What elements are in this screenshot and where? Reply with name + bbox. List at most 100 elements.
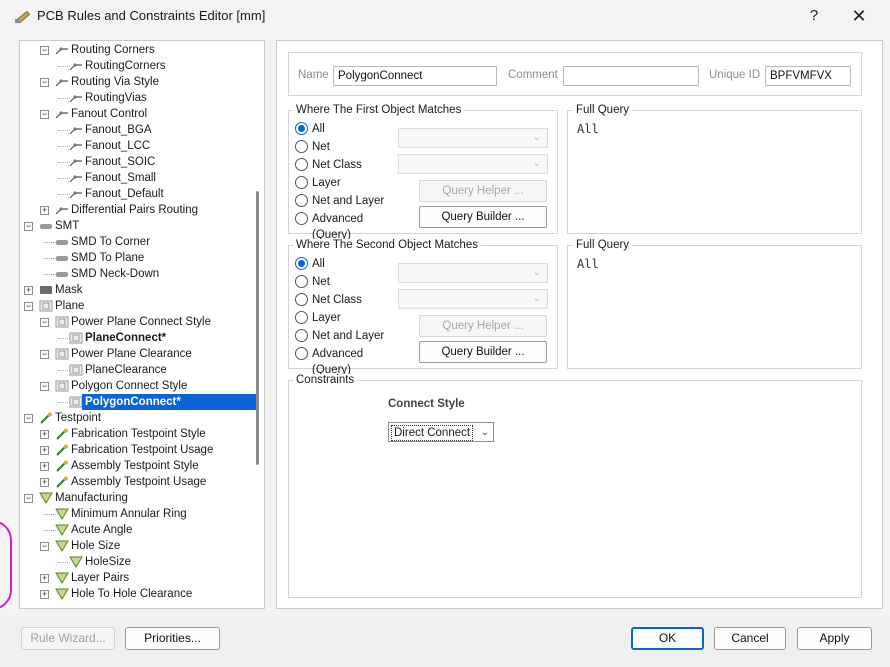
radio-button[interactable] <box>295 257 308 270</box>
rule-wizard-button[interactable]: Rule Wizard... <box>21 627 115 650</box>
tree-item[interactable]: PlaneClearance <box>20 362 256 378</box>
priorities-button[interactable]: Priorities... <box>125 627 220 650</box>
first-object-radio-option[interactable]: All <box>295 121 405 137</box>
first-query-builder-button[interactable]: Query Builder ... <box>419 206 547 228</box>
radio-button[interactable] <box>295 176 308 189</box>
connect-style-select[interactable]: Direct Connect ⌄ <box>388 422 494 442</box>
expand-icon[interactable]: + <box>24 286 33 295</box>
radio-button[interactable] <box>295 158 308 171</box>
tree-item[interactable]: − SMT <box>20 218 256 234</box>
testpoint-icon <box>56 444 68 456</box>
second-object-radio-option[interactable]: Net <box>295 274 405 290</box>
testpoint-icon <box>40 412 52 424</box>
tree-item[interactable]: + Mask <box>20 282 256 298</box>
collapse-icon[interactable]: − <box>24 222 33 231</box>
expand-icon[interactable]: + <box>40 590 49 599</box>
unique-id-field[interactable]: BPFVMFVX <box>765 66 851 86</box>
expand-icon[interactable]: + <box>40 478 49 487</box>
tree-item[interactable]: − Manufacturing <box>20 490 256 506</box>
radio-button[interactable] <box>295 275 308 288</box>
collapse-icon[interactable]: − <box>24 302 33 311</box>
tree-item[interactable]: − Hole Size <box>20 538 256 554</box>
tree-item[interactable]: − Power Plane Clearance <box>20 346 256 362</box>
manufacturing-icon <box>39 492 53 504</box>
radio-button[interactable] <box>295 347 308 360</box>
radio-button[interactable] <box>295 140 308 153</box>
ok-button[interactable]: OK <box>631 627 704 650</box>
tree-scrollbar[interactable] <box>256 191 259 465</box>
second-object-radio-option[interactable]: Layer <box>295 310 405 326</box>
first-object-radio-option[interactable]: Net <box>295 139 405 155</box>
tree-item[interactable]: − Polygon Connect Style <box>20 378 256 394</box>
collapse-icon[interactable]: − <box>24 494 33 503</box>
tree-item[interactable]: − Plane <box>20 298 256 314</box>
close-button[interactable]: ✕ <box>844 4 874 28</box>
tree-item[interactable]: + Assembly Testpoint Style <box>20 458 256 474</box>
collapse-icon[interactable]: − <box>40 318 49 327</box>
second-object-radio-option[interactable]: Net Class <box>295 292 405 308</box>
tree-item[interactable]: SMD To Plane <box>20 250 256 266</box>
collapse-icon[interactable]: − <box>40 542 49 551</box>
help-button[interactable]: ? <box>799 4 829 28</box>
tree-item[interactable]: − Power Plane Connect Style <box>20 314 256 330</box>
expand-icon[interactable]: + <box>40 462 49 471</box>
tree-item[interactable]: PolygonConnect* <box>20 394 256 410</box>
tree-item[interactable]: − Routing Corners <box>20 42 256 58</box>
tree-item[interactable]: + Fabrication Testpoint Usage <box>20 442 256 458</box>
tree-item[interactable]: − Routing Via Style <box>20 74 256 90</box>
tree-item[interactable]: RoutingVias <box>20 90 256 106</box>
tree-item[interactable]: + Hole To Hole Clearance <box>20 586 256 602</box>
expand-icon[interactable]: + <box>40 430 49 439</box>
comment-field[interactable] <box>563 66 699 86</box>
tree-item[interactable]: HoleSize <box>20 554 256 570</box>
second-query-helper-button[interactable]: Query Helper ... <box>419 315 547 337</box>
tree-item[interactable]: + Differential Pairs Routing <box>20 202 256 218</box>
tree-item[interactable]: Fanout_BGA <box>20 122 256 138</box>
tree-item[interactable]: Acute Angle <box>20 522 256 538</box>
first-query-helper-button[interactable]: Query Helper ... <box>419 180 547 202</box>
collapse-icon[interactable]: − <box>40 78 49 87</box>
radio-button[interactable] <box>295 212 308 225</box>
radio-button[interactable] <box>295 194 308 207</box>
cancel-button[interactable]: Cancel <box>714 627 786 650</box>
tree-item[interactable]: Fanout_Small <box>20 170 256 186</box>
second-object-radio-option[interactable]: All <box>295 256 405 272</box>
radio-button[interactable] <box>295 122 308 135</box>
collapse-icon[interactable]: − <box>24 414 33 423</box>
collapse-icon[interactable]: − <box>40 350 49 359</box>
tree-item[interactable]: Fanout_SOIC <box>20 154 256 170</box>
second-object-radio-option[interactable]: Net and Layer <box>295 328 405 344</box>
rules-tree[interactable]: − Routing Corners RoutingCorners − Routing V… <box>19 40 265 609</box>
tree-item[interactable]: SMD Neck-Down <box>20 266 256 282</box>
tree-item[interactable]: Fanout_LCC <box>20 138 256 154</box>
collapse-icon[interactable]: − <box>40 110 49 119</box>
name-field[interactable]: PolygonConnect <box>333 66 497 86</box>
second-query-builder-button[interactable]: Query Builder ... <box>419 341 547 363</box>
apply-label: Apply <box>819 631 850 645</box>
tree-item[interactable]: + Layer Pairs <box>20 570 256 586</box>
tree-item[interactable]: − Testpoint <box>20 410 256 426</box>
first-object-radio-option[interactable]: Net and Layer <box>295 193 405 209</box>
radio-button[interactable] <box>295 311 308 324</box>
tree-item[interactable]: + Fabrication Testpoint Style <box>20 426 256 442</box>
expand-icon[interactable]: + <box>40 574 49 583</box>
tree-item[interactable]: Minimum Annular Ring <box>20 506 256 522</box>
tree-item[interactable]: − Fanout Control <box>20 106 256 122</box>
expand-icon[interactable]: + <box>40 206 49 215</box>
expand-icon[interactable]: + <box>40 446 49 455</box>
radio-button[interactable] <box>295 293 308 306</box>
first-object-radio-option[interactable]: Net Class <box>295 157 405 173</box>
tree-item[interactable]: PlaneConnect* <box>20 330 256 346</box>
tree-item[interactable]: SMD To Corner <box>20 234 256 250</box>
collapse-icon[interactable]: − <box>40 46 49 55</box>
tree-item[interactable]: RoutingCorners <box>20 58 256 74</box>
first-object-radio-option[interactable]: Layer <box>295 175 405 191</box>
second-object-radio-option[interactable]: Advanced (Query) <box>295 346 405 376</box>
second-object-title: Where The Second Object Matches <box>293 239 481 251</box>
tree-item[interactable]: + Assembly Testpoint Usage <box>20 474 256 490</box>
apply-button[interactable]: Apply <box>797 627 872 650</box>
collapse-icon[interactable]: − <box>40 382 49 391</box>
first-object-radio-option[interactable]: Advanced (Query) <box>295 211 405 241</box>
tree-item[interactable]: Fanout_Default <box>20 186 256 202</box>
radio-button[interactable] <box>295 329 308 342</box>
